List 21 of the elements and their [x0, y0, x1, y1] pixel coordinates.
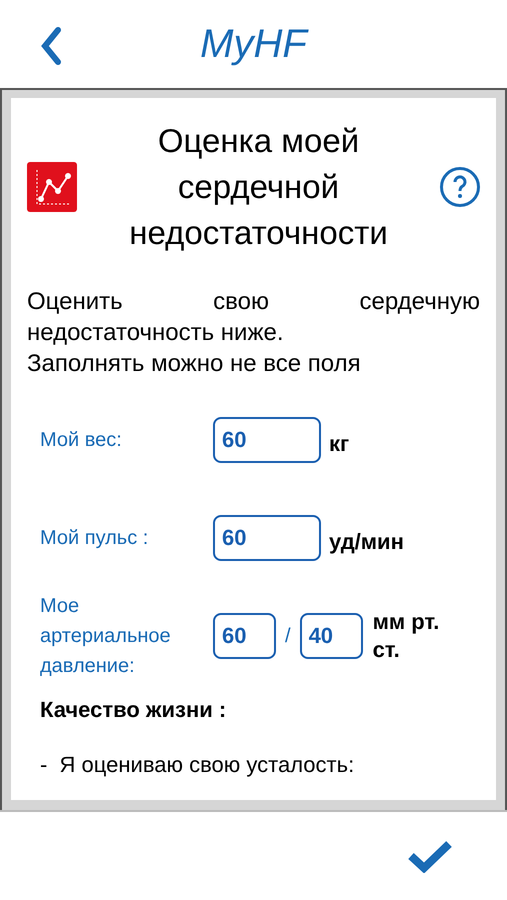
section-heading: Качество жизни : — [40, 696, 228, 724]
separator-text: / — [285, 624, 291, 649]
unit-label: уд/мин — [329, 528, 404, 556]
checkmark-icon — [407, 839, 453, 873]
unit-label: мм рт. ст. — [372, 608, 440, 664]
page-heading: Оценка моей сердечной недостаточности — [128, 121, 389, 253]
help-button[interactable] — [440, 167, 480, 207]
help-icon — [452, 175, 468, 199]
unit-label: кг — [329, 430, 350, 458]
app-title: MyHF — [200, 24, 307, 64]
input-field[interactable]: 60 — [213, 515, 321, 561]
field-label: Мой вес: — [39, 428, 123, 453]
field-label: Мое артериальное давление: — [39, 594, 172, 679]
back-icon — [40, 26, 62, 66]
field-label: Мой пульс : — [39, 526, 150, 551]
intro-text: Оценить свою сердечную недостаточность ниже. Заполнять можно не все поля — [27, 287, 480, 379]
input-field[interactable]: 60 — [213, 417, 321, 463]
input-field[interactable]: 40 — [300, 613, 363, 659]
chart-icon — [27, 162, 77, 212]
question-text: - Я оцениваю свою усталость: — [40, 751, 356, 779]
input-field[interactable]: 60 — [213, 613, 276, 659]
